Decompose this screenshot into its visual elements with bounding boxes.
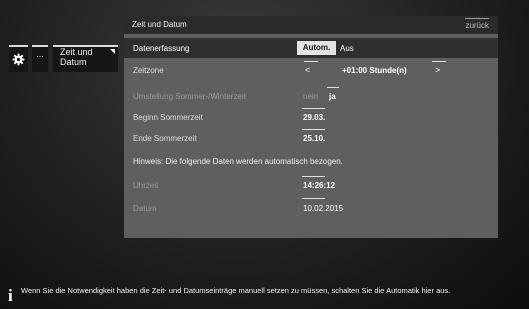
row-label: Ende Sommerzeit (133, 134, 197, 143)
row-label: Datenerfassung (133, 44, 190, 53)
more-nav-button[interactable]: ... (32, 45, 48, 72)
field-indicator (302, 108, 325, 109)
nav-item-zeit-und-datum[interactable]: Zeit und Datum (53, 45, 118, 72)
footer-help-text: Wenn Sie die Notwendigkeit haben die Zei… (21, 286, 451, 295)
gear-icon (12, 53, 25, 66)
row-datenerfassung[interactable]: Datenerfassung Autom. Aus (124, 38, 498, 58)
field-indicator (302, 129, 325, 130)
hint-text: Hinweis: Die folgende Daten werden autom… (133, 157, 343, 166)
row-beginn-sommerzeit[interactable]: Beginn Sommerzeit 29.03. (124, 107, 498, 127)
row-label: Umstellung Sommer-/Winterzeit (133, 92, 246, 101)
row-datum: Datum 10.02.2015 (124, 198, 498, 218)
autom-option-button[interactable]: Autom. (297, 41, 336, 55)
datum-value: 10.02.2015 (303, 204, 344, 213)
nein-option[interactable]: nein (303, 92, 318, 101)
field-indicator (302, 176, 325, 177)
stepper-indicator (432, 61, 446, 62)
screen: ... Zeit und Datum Zeit und Datum zurück… (0, 0, 529, 309)
back-button[interactable]: zurück (465, 18, 489, 30)
aus-option-button[interactable]: Aus (340, 44, 354, 53)
timezone-next-button[interactable]: > (435, 65, 440, 75)
stepper-indicator (304, 61, 318, 62)
nav-item-label: Zeit und Datum (60, 47, 93, 67)
ende-value: 25.10. (303, 134, 326, 143)
row-label: Zeitzone (133, 66, 164, 75)
stepper-indicator (327, 87, 339, 88)
field-indicator (302, 198, 325, 199)
settings-nav-button[interactable] (9, 45, 28, 72)
timezone-value: +01:00 Stunde(n) (342, 66, 407, 75)
settings-panel: Zeit und Datum zurück Datenerfassung Aut… (124, 16, 498, 238)
row-zeitzone[interactable]: Zeitzone < +01:00 Stunde(n) > (124, 60, 498, 80)
corner-triangle-icon (110, 49, 115, 54)
row-label: Uhrzeit (133, 181, 159, 190)
beginn-value: 29.03. (303, 113, 326, 122)
timezone-prev-button[interactable]: < (305, 65, 310, 75)
info-icon: i (8, 286, 13, 305)
row-ende-sommerzeit[interactable]: Ende Sommerzeit 25.10. (124, 128, 498, 148)
row-label: Beginn Sommerzeit (133, 113, 203, 122)
row-label: Datum (133, 204, 157, 213)
row-hinweis: Hinweis: Die folgende Daten werden autom… (124, 151, 498, 171)
uhrzeit-value: 14:26:12 (303, 181, 336, 190)
ja-option[interactable]: ja (329, 92, 336, 101)
panel-header: Zeit und Datum zurück (124, 16, 498, 34)
row-uhrzeit: Uhrzeit 14:26:12 (124, 175, 498, 195)
row-umstellung[interactable]: Umstellung Sommer-/Winterzeit nein ja (124, 86, 498, 106)
page-title: Zeit und Datum (132, 20, 187, 29)
